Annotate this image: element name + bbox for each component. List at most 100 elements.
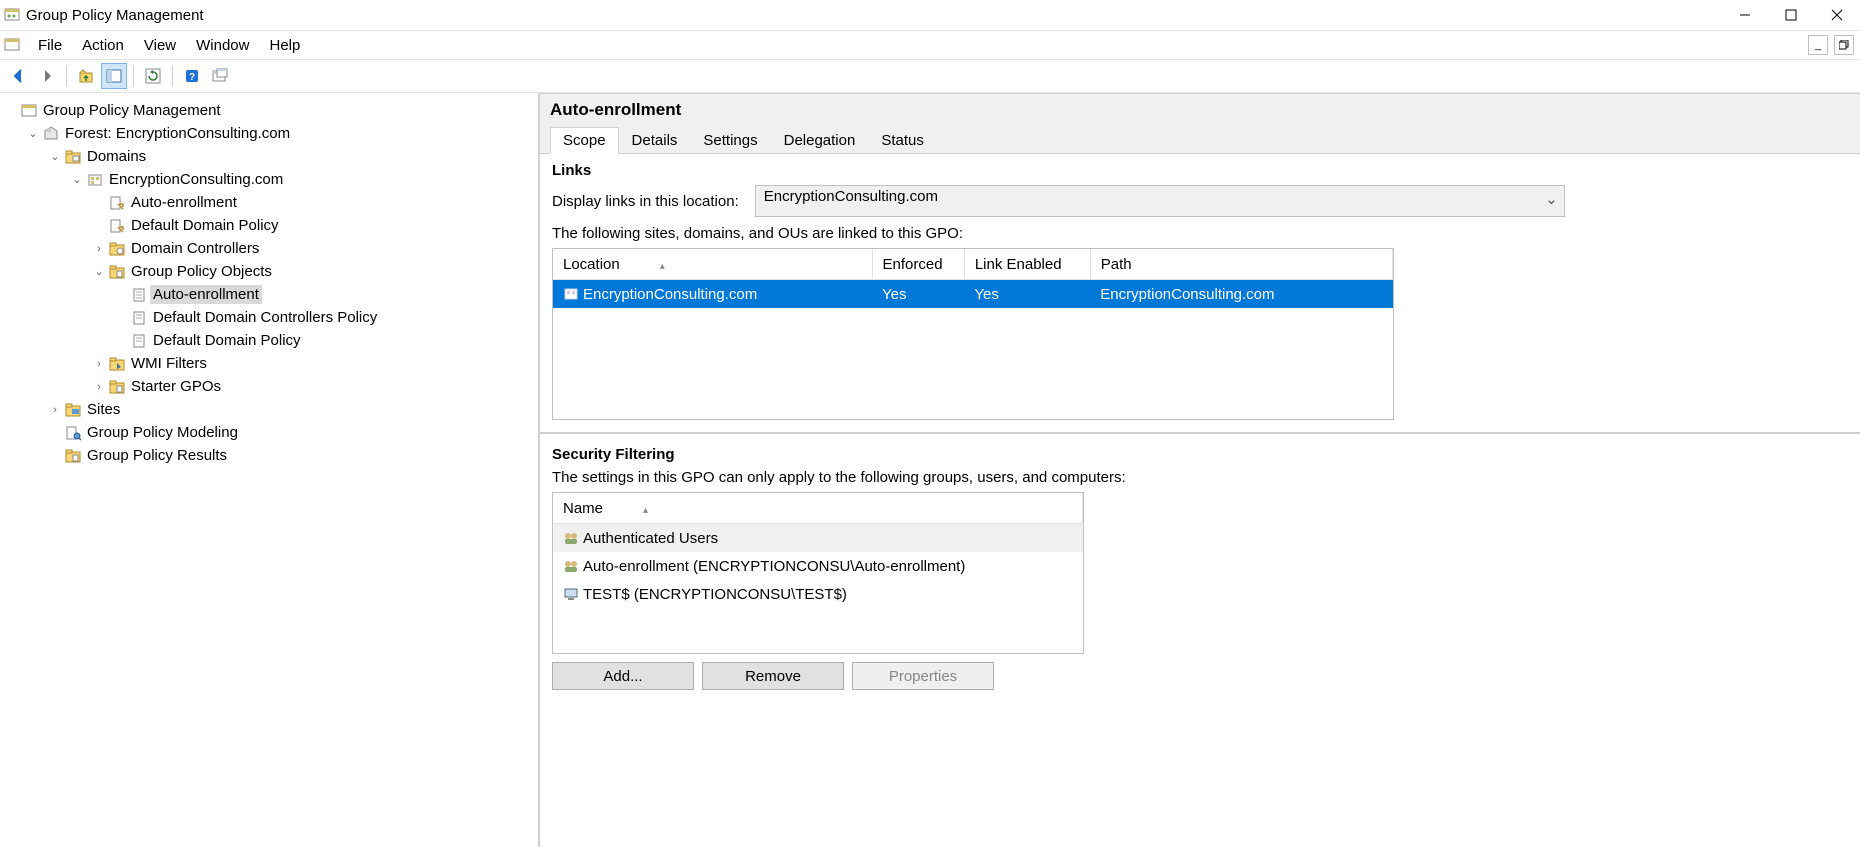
svg-text:?: ? — [189, 72, 195, 83]
sort-asc-icon: ▴ — [643, 505, 648, 516]
tree-gpo-dcpol[interactable]: Default Domain Controllers Policy — [114, 306, 534, 329]
tab-settings[interactable]: Settings — [690, 127, 770, 154]
tree-forest-label: Forest: EncryptionConsulting.com — [62, 124, 293, 143]
tree-wmi[interactable]: › WMI Filters — [92, 352, 534, 375]
col-path[interactable]: Path — [1090, 249, 1392, 280]
tree-gpo-autoenroll[interactable]: Auto-enrollment — [114, 283, 534, 306]
menu-window[interactable]: Window — [186, 35, 259, 56]
mdi-minimize-button[interactable]: _ — [1808, 35, 1828, 55]
security-row[interactable]: Authenticated Users — [553, 524, 1083, 553]
menu-file[interactable]: File — [28, 35, 72, 56]
tree-root[interactable]: Group Policy Management — [4, 99, 534, 122]
collapse-icon[interactable]: ⌄ — [92, 265, 106, 278]
add-button[interactable]: Add... — [552, 662, 694, 690]
menu-bar: File Action View Window Help _ — [0, 30, 1860, 60]
tree-modeling[interactable]: Group Policy Modeling — [48, 421, 534, 444]
tree-gpo[interactable]: ⌄ Group Policy Objects — [92, 260, 534, 283]
starter-gpo-icon — [109, 379, 125, 395]
tree-forest[interactable]: ⌄ Forest: EncryptionConsulting.com — [26, 122, 534, 145]
tab-scope[interactable]: Scope — [550, 127, 619, 154]
expand-icon[interactable]: › — [92, 358, 106, 370]
domain-icon — [87, 172, 103, 188]
maximize-button[interactable] — [1768, 0, 1814, 30]
minimize-button[interactable] — [1722, 0, 1768, 30]
tree-link-defpolicy-label: Default Domain Policy — [128, 216, 282, 235]
mdi-restore-button[interactable] — [1834, 35, 1854, 55]
tree-gpo-autoenroll-label: Auto-enrollment — [150, 285, 262, 304]
menu-view[interactable]: View — [134, 35, 186, 56]
tree-gpo-dcpol-label: Default Domain Controllers Policy — [150, 308, 380, 327]
properties-button[interactable]: Properties — [852, 662, 994, 690]
gpo-icon — [131, 333, 147, 349]
results-icon — [65, 448, 81, 464]
group-icon — [563, 558, 579, 574]
show-hide-tree-button[interactable] — [101, 63, 127, 89]
section-divider — [540, 432, 1860, 434]
location-dropdown[interactable]: EncryptionConsulting.com ⌄ — [755, 185, 1565, 217]
tree-dcs[interactable]: › Domain Controllers — [92, 237, 534, 260]
tree-link-defpolicy[interactable]: Default Domain Policy — [92, 214, 534, 237]
menu-help[interactable]: Help — [259, 35, 310, 56]
tab-delegation[interactable]: Delegation — [771, 127, 869, 154]
expand-icon[interactable]: › — [92, 381, 106, 393]
menu-action[interactable]: Action — [72, 35, 134, 56]
gpo-folder-icon — [109, 264, 125, 280]
close-button[interactable] — [1814, 0, 1860, 30]
tree-results[interactable]: Group Policy Results — [48, 444, 534, 467]
tree-gpo-label: Group Policy Objects — [128, 262, 275, 281]
gpo-link-icon — [109, 195, 125, 211]
collapse-icon[interactable]: ⌄ — [48, 150, 62, 163]
back-button[interactable] — [6, 63, 32, 89]
computer-icon — [563, 586, 579, 602]
sort-asc-icon: ▴ — [660, 261, 665, 272]
security-row[interactable]: TEST$ (ENCRYPTIONCONSU\TEST$) — [553, 580, 1083, 608]
location-value: EncryptionConsulting.com — [764, 188, 938, 205]
gpo-icon — [131, 287, 147, 303]
col-name[interactable]: Name▴ — [553, 493, 1083, 524]
display-links-label: Display links in this location: — [552, 193, 739, 210]
links-desc: The following sites, domains, and OUs ar… — [552, 225, 1848, 242]
tree-starter-label: Starter GPOs — [128, 377, 224, 396]
tree-link-autoenroll-label: Auto-enrollment — [128, 193, 240, 212]
security-grid[interactable]: Name▴ Authenticated Users Auto-enrollmen… — [552, 492, 1084, 654]
tab-status[interactable]: Status — [868, 127, 937, 154]
col-linkenabled[interactable]: Link Enabled — [964, 249, 1090, 280]
col-location[interactable]: Location▴ — [553, 249, 872, 280]
new-window-button[interactable] — [207, 63, 233, 89]
security-row[interactable]: Auto-enrollment (ENCRYPTIONCONSU\Auto-en… — [553, 552, 1083, 580]
chevron-down-icon: ⌄ — [1545, 190, 1558, 208]
tree-gpo-defpol-label: Default Domain Policy — [150, 331, 304, 350]
links-heading: Links — [552, 162, 1848, 179]
up-button[interactable] — [73, 63, 99, 89]
tree-domain[interactable]: ⌄ EncryptionConsulting.com — [70, 168, 534, 191]
col-enforced[interactable]: Enforced — [872, 249, 964, 280]
gpo-icon — [131, 310, 147, 326]
tree-domains[interactable]: ⌄ Domains — [48, 145, 534, 168]
collapse-icon[interactable]: ⌄ — [26, 127, 40, 140]
tree-sites-label: Sites — [84, 400, 123, 419]
toolbar-separator — [133, 65, 134, 87]
forest-icon — [43, 126, 59, 142]
detail-pane: Auto-enrollment Scope Details Settings D… — [540, 93, 1860, 847]
security-section: Security Filtering The settings in this … — [540, 438, 1860, 698]
tree-pane[interactable]: Group Policy Management ⌄ Forest: Encryp… — [0, 93, 540, 847]
tree-link-autoenroll[interactable]: Auto-enrollment — [92, 191, 534, 214]
tree-sites[interactable]: › Sites — [48, 398, 534, 421]
tab-details[interactable]: Details — [619, 127, 691, 154]
help-button[interactable]: ? — [179, 63, 205, 89]
wmi-icon — [109, 356, 125, 372]
cell-enforced: Yes — [872, 280, 964, 309]
app-icon-small — [4, 37, 20, 53]
remove-button[interactable]: Remove — [702, 662, 844, 690]
tree-starter[interactable]: › Starter GPOs — [92, 375, 534, 398]
links-row[interactable]: EncryptionConsulting.com Yes Yes Encrypt… — [553, 280, 1393, 309]
refresh-button[interactable] — [140, 63, 166, 89]
toolbar-separator — [172, 65, 173, 87]
links-grid[interactable]: Location▴ Enforced Link Enabled Path Enc… — [552, 248, 1394, 420]
forward-button[interactable] — [34, 63, 60, 89]
collapse-icon[interactable]: ⌄ — [70, 173, 84, 186]
tree-gpo-defpol[interactable]: Default Domain Policy — [114, 329, 534, 352]
gpo-link-icon — [109, 218, 125, 234]
expand-icon[interactable]: › — [48, 404, 62, 416]
expand-icon[interactable]: › — [92, 243, 106, 255]
